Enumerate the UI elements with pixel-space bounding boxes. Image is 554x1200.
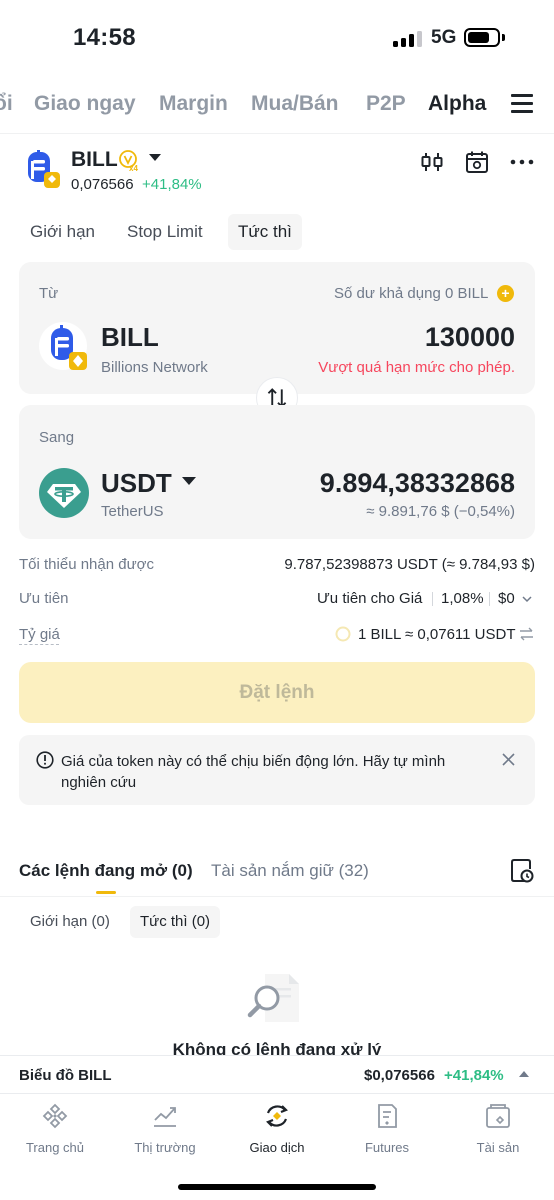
active-tab-indicator [96, 891, 116, 894]
usdt-coin-icon [39, 468, 89, 518]
nav-markets-label: Thị trường [134, 1140, 196, 1155]
to-label: Sang [39, 429, 75, 446]
min-receive-label: Tối thiểu nhận được [19, 556, 154, 573]
priority-percent: 1,08% [441, 590, 484, 607]
to-approx-value: ≈ 9.891,76 $ (−0,54%) [366, 503, 515, 520]
tab-alpha[interactable]: Alpha [428, 92, 486, 116]
tabs-divider [0, 896, 554, 897]
warning-icon [36, 751, 54, 769]
to-symbol[interactable]: USDT [101, 468, 172, 499]
rate-label-underline [19, 644, 59, 645]
chart-label: Biểu đồ BILL [19, 1067, 112, 1084]
nav-markets[interactable]: Thị trường [110, 1102, 220, 1155]
tab-holdings[interactable]: Tài sản nắm giữ (32) [211, 861, 369, 881]
pair-symbol[interactable]: BILL [71, 148, 118, 172]
home-icon [42, 1103, 68, 1129]
nav-futures-label: Futures [364, 1140, 410, 1155]
priority-fee[interactable]: $0 [498, 590, 515, 607]
add-funds-icon[interactable]: + [497, 285, 514, 302]
warning-banner: Giá của token này có thể chịu biến động … [19, 735, 535, 805]
from-card: Từ Số dư khả dụng 0 BILL + BILL Billions… [19, 262, 535, 394]
tab-spot[interactable]: Giao ngay [34, 92, 136, 116]
tab-convert[interactable]: ổi [0, 92, 13, 116]
rate-value: 1 BILL ≈ 0,07611 USDT [358, 626, 516, 643]
battery-icon [464, 28, 500, 47]
to-card: Sang USDT TetherUS 9.894,38332868 ≈ 9.89… [19, 405, 535, 539]
home-indicator [178, 1184, 376, 1190]
bill-logo-icon [28, 150, 60, 188]
nav-home[interactable]: Trang chủ [0, 1102, 110, 1155]
to-amount: 9.894,38332868 [319, 468, 515, 498]
rate-label[interactable]: Tỷ giá [19, 626, 60, 643]
chart-change: +41,84% [444, 1067, 504, 1084]
from-amount-input[interactable]: 130000 [425, 322, 515, 353]
close-icon[interactable] [501, 752, 516, 767]
tab-limit[interactable]: Giới hạn [20, 214, 105, 250]
top-tabs: ổi Giao ngay Margin Mua/Bán P2P Alpha [0, 86, 554, 126]
tab-p2p[interactable]: P2P [366, 92, 406, 116]
refresh-timer-icon [335, 626, 351, 642]
network-label: 5G [431, 27, 457, 48]
empty-search-icon [247, 974, 299, 1022]
subtab-limit[interactable]: Giới hạn (0) [20, 906, 120, 938]
warning-text: Giá của token này có thể chịu biến động … [61, 753, 446, 791]
chevron-up-icon[interactable] [519, 1071, 529, 1077]
wallet-icon [486, 1104, 510, 1128]
nav-trade-label: Giao dịch [249, 1140, 305, 1155]
candlestick-chart-icon[interactable] [420, 150, 444, 174]
battery-cap [502, 34, 505, 41]
pair-dropdown-icon[interactable] [149, 154, 161, 161]
pair-change: +41,84% [142, 176, 202, 193]
status-bar: 14:58 5G [0, 0, 554, 76]
chart-bar[interactable]: Biểu đồ BILL $0,076566 +41,84% [0, 1055, 554, 1093]
priority-separator-2 [489, 592, 490, 606]
nav-futures[interactable]: Futures [332, 1102, 442, 1155]
from-label: Từ [39, 285, 59, 302]
subtab-instant[interactable]: Tức thì (0) [130, 906, 221, 938]
order-history-icon[interactable] [510, 858, 534, 884]
to-dropdown-icon[interactable] [182, 477, 196, 485]
markets-icon [154, 1107, 176, 1127]
pair-price: 0,076566 [71, 176, 134, 193]
top-divider [0, 133, 554, 134]
place-order-button[interactable]: Đặt lệnh [19, 662, 535, 723]
min-receive-value: 9.787,52398873 USDT (≈ 9.784,93 $) [284, 556, 535, 573]
priority-label: Ưu tiên [19, 590, 69, 607]
more-icon[interactable] [510, 150, 534, 174]
svg-text:x4: x4 [129, 164, 138, 172]
chart-price: $0,076566 [364, 1067, 435, 1084]
alpha-badge-icon: x4 [119, 150, 138, 172]
nav-home-label: Trang chủ [25, 1140, 85, 1155]
priority-value[interactable]: Ưu tiên cho Giá [317, 590, 422, 607]
futures-icon [378, 1104, 397, 1128]
tab-margin[interactable]: Margin [159, 92, 228, 116]
tab-open-orders[interactable]: Các lệnh đang mở (0) [19, 861, 193, 881]
signal-icon [393, 31, 423, 47]
nav-trade[interactable]: Giao dịch [222, 1102, 332, 1155]
trade-icon [266, 1105, 288, 1127]
chevron-down-icon[interactable] [521, 593, 533, 605]
menu-icon[interactable] [511, 94, 533, 114]
from-name: Billions Network [101, 359, 208, 376]
to-name: TetherUS [101, 503, 164, 520]
nav-wallet-label: Tài sản [476, 1140, 520, 1155]
status-time: 14:58 [73, 24, 136, 51]
tab-instant[interactable]: Tức thì [228, 214, 302, 250]
available-balance: Số dư khả dụng 0 BILL [334, 285, 489, 302]
priority-separator [432, 592, 433, 606]
tab-stop-limit[interactable]: Stop Limit [117, 214, 213, 250]
calendar-icon[interactable] [465, 150, 489, 174]
bill-coin-icon [39, 322, 87, 370]
from-symbol[interactable]: BILL [101, 322, 159, 353]
limit-error: Vượt quá hạn mức cho phép. [318, 359, 515, 376]
nav-wallet[interactable]: Tài sản [443, 1102, 553, 1155]
swap-rate-icon[interactable] [519, 627, 534, 641]
tab-buy-sell[interactable]: Mua/Bán [251, 92, 339, 116]
